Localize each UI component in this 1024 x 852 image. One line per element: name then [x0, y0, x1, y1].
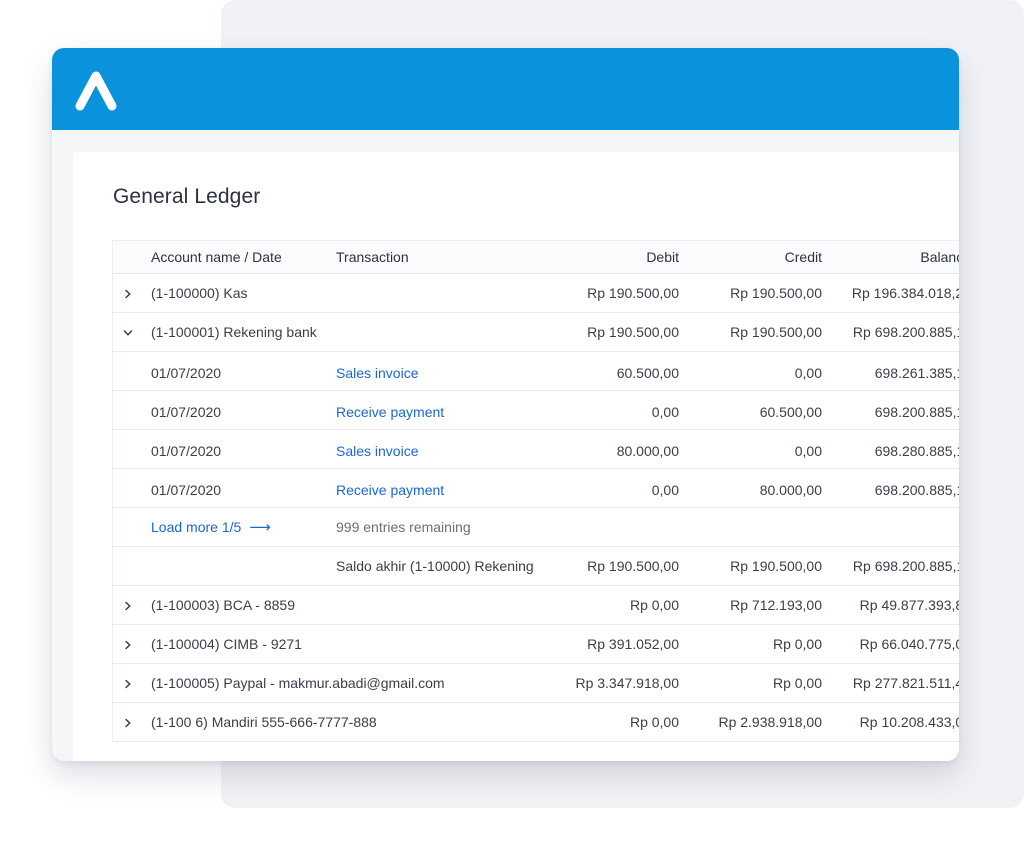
transaction-date: 01/07/2020 — [151, 482, 222, 498]
debit-value: 0,00 — [651, 404, 679, 420]
debit-value: 60.500,00 — [616, 365, 679, 381]
transaction-date: 01/07/2020 — [151, 365, 222, 381]
debit-value: Rp 190.500,00 — [587, 285, 679, 301]
col-transaction[interactable]: Transaction — [336, 241, 409, 273]
col-debit[interactable]: Debit — [646, 241, 679, 273]
transaction-row: 01/07/2020 Sales invoice 60.500,00 0,00 … — [113, 352, 959, 391]
credit-value: 0,00 — [794, 443, 822, 459]
closing-balance-row: Saldo akhir (1-10000) Rekening Rp 190.50… — [113, 547, 959, 586]
account-name: (1-100003) BCA - 8859 — [151, 597, 295, 613]
balance-value: Rp 698.200.885,11 — [852, 558, 959, 574]
balance-value: Rp 277.821.511,41 — [852, 675, 959, 691]
transaction-row: 01/07/2020 Sales invoice 80.000,00 0,00 … — [113, 430, 959, 469]
app-window: General Ledger Account name / Date Trans… — [52, 48, 959, 761]
account-row[interactable]: (1-100001) Rekening bank Rp 190.500,00 R… — [113, 313, 959, 352]
balance-value: Rp 66.040.775,00 — [859, 636, 959, 652]
debit-value: Rp 3.347.918,00 — [575, 675, 679, 691]
credit-value: Rp 0,00 — [772, 675, 822, 691]
account-row[interactable]: (1-100 6) Mandiri 555-666-7777-888 Rp 0,… — [113, 703, 959, 742]
app-logo-icon[interactable] — [72, 66, 120, 114]
credit-value: Rp 190.500,00 — [730, 558, 822, 574]
transaction-date: 01/07/2020 — [151, 443, 222, 459]
transaction-date: 01/07/2020 — [151, 404, 222, 420]
chevron-right-icon[interactable] — [121, 703, 135, 741]
balance-value: Rp 196.384.018,20 — [851, 285, 959, 301]
debit-value: Rp 190.500,00 — [587, 558, 679, 574]
col-balance[interactable]: Balance — [841, 241, 959, 273]
credit-value: Rp 190.500,00 — [730, 285, 822, 301]
credit-value: Rp 190.500,00 — [730, 324, 822, 340]
transaction-row: 01/07/2020 Receive payment 0,00 60.500,0… — [113, 391, 959, 430]
chevron-down-icon[interactable] — [121, 313, 135, 351]
load-more-link[interactable]: Load more 1/5 ⟶ — [151, 508, 271, 547]
col-account-name[interactable]: Account name / Date — [151, 241, 282, 273]
balance-value: 698.200.885,11 — [874, 404, 959, 420]
balance-value: Rp 49.877.393,89 — [859, 597, 959, 613]
balance-value: Rp 10.208.433,00 — [859, 714, 959, 730]
debit-value: 0,00 — [651, 482, 679, 498]
credit-value: 80.000,00 — [759, 482, 822, 498]
col-credit[interactable]: Credit — [785, 241, 822, 273]
load-more-label: Load more 1/5 — [151, 519, 242, 535]
debit-value: Rp 0,00 — [629, 714, 679, 730]
debit-value: 80.000,00 — [616, 443, 679, 459]
balance-value: 698.261.385,11 — [874, 365, 959, 381]
account-name: (1-100004) CIMB - 9271 — [151, 636, 302, 652]
account-row[interactable]: (1-100003) BCA - 8859 Rp 0,00 Rp 712.193… — [113, 586, 959, 625]
credit-value: Rp 2.938.918,00 — [718, 714, 822, 730]
transaction-link[interactable]: Sales invoice — [336, 352, 419, 394]
account-row[interactable]: (1-100000) Kas Rp 190.500,00 Rp 190.500,… — [113, 274, 959, 313]
transaction-link[interactable]: Sales invoice — [336, 430, 419, 472]
balance-value: 698.200.885,11 — [874, 482, 959, 498]
account-name: (1-100 6) Mandiri 555-666-7777-888 — [151, 714, 377, 730]
arrow-right-icon: ⟶ — [249, 519, 271, 536]
chevron-right-icon[interactable] — [121, 274, 135, 312]
transaction-link[interactable]: Receive payment — [336, 469, 444, 511]
balance-value: Rp 698.200.885,11 — [852, 324, 959, 340]
page-title: General Ledger — [113, 185, 261, 208]
account-row[interactable]: (1-100005) Paypal - makmur.abadi@gmail.c… — [113, 664, 959, 703]
credit-value: Rp 0,00 — [772, 636, 822, 652]
balance-value: 698.280.885,11 — [874, 443, 959, 459]
entries-remaining: 999 entries remaining — [336, 519, 471, 535]
credit-value: 0,00 — [794, 365, 822, 381]
ledger-panel: General Ledger Account name / Date Trans… — [73, 152, 959, 761]
account-row[interactable]: (1-100004) CIMB - 9271 Rp 391.052,00 Rp … — [113, 625, 959, 664]
credit-value: 60.500,00 — [759, 404, 822, 420]
debit-value: Rp 391.052,00 — [587, 636, 679, 652]
transaction-row: 01/07/2020 Receive payment 0,00 80.000,0… — [113, 469, 959, 508]
credit-value: Rp 712.193,00 — [730, 597, 822, 613]
transaction-link[interactable]: Receive payment — [336, 391, 444, 433]
load-more-row: Load more 1/5 ⟶ 999 entries remaining — [113, 508, 959, 547]
account-name: (1-100001) Rekening bank — [151, 324, 317, 340]
app-header — [52, 48, 959, 130]
ledger-table: Account name / Date Transaction Debit Cr… — [112, 240, 959, 742]
table-header: Account name / Date Transaction Debit Cr… — [113, 240, 959, 274]
account-name: (1-100000) Kas — [151, 285, 248, 301]
debit-value: Rp 0,00 — [629, 597, 679, 613]
account-name: (1-100005) Paypal - makmur.abadi@gmail.c… — [151, 675, 445, 691]
chevron-right-icon[interactable] — [121, 625, 135, 663]
closing-balance-label: Saldo akhir (1-10000) Rekening — [336, 558, 534, 574]
chevron-right-icon[interactable] — [121, 664, 135, 702]
debit-value: Rp 190.500,00 — [587, 324, 679, 340]
chevron-right-icon[interactable] — [121, 586, 135, 624]
